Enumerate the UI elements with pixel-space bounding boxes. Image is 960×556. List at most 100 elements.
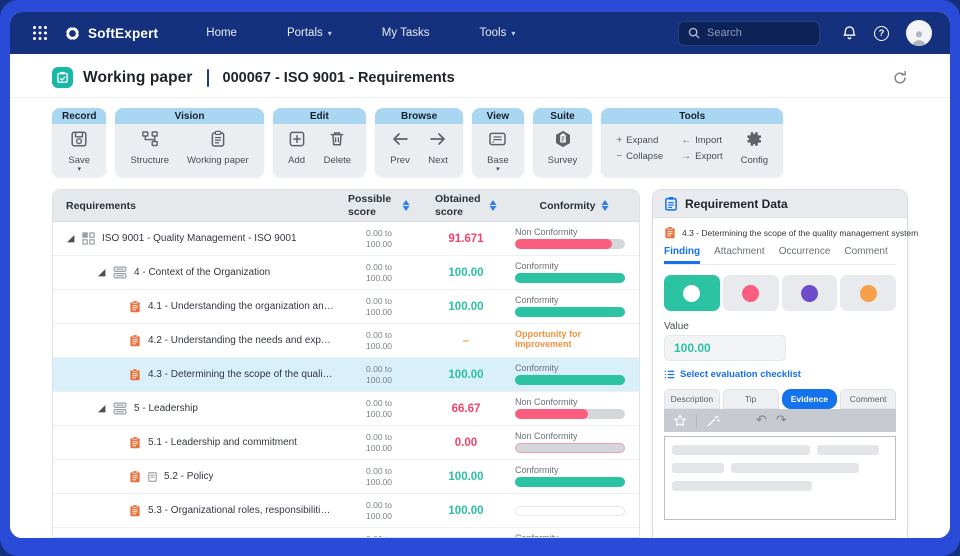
search-input[interactable]: Search — [678, 21, 820, 46]
ribbon-glyph-icon: ← — [681, 135, 691, 146]
ribbon-button-working-paper[interactable]: Working paper — [180, 129, 256, 167]
panel-footer: Cancel Confirm — [653, 530, 907, 538]
ribbon-group-title: Record — [52, 108, 106, 124]
help-icon[interactable]: ? — [874, 26, 889, 41]
conformity-bar — [515, 307, 625, 317]
magic-wand-icon[interactable] — [706, 414, 720, 428]
tree-expand-caret-icon[interactable] — [98, 405, 106, 413]
arrow-left-icon — [390, 130, 410, 153]
ribbon-button-import[interactable]: ←Import — [681, 135, 722, 146]
ribbon-button-label: Survey — [548, 155, 578, 166]
column-requirements[interactable]: Requirements — [53, 200, 335, 212]
table-row[interactable]: 5.2 - Policy0.00 to100.00100.00Conformit… — [53, 460, 639, 494]
sort-icon[interactable] — [402, 200, 410, 211]
table-row[interactable]: 4.2 - Understanding the needs and expect… — [53, 324, 639, 358]
requirement-data-panel: Requirement Data 4.3 - Determining the s… — [652, 189, 908, 538]
editor-tab-description[interactable]: Description — [664, 389, 720, 409]
ribbon-button-add[interactable]: Add — [281, 129, 313, 167]
editor-tab-comment[interactable]: Comment — [840, 389, 896, 409]
color-swatch-4[interactable] — [840, 275, 896, 311]
tab-comment[interactable]: Comment — [844, 246, 887, 264]
possible-score-cell: 0.00 to100.00 — [335, 296, 423, 317]
table-body: ISO 9001 - Quality Management - ISO 9001… — [53, 222, 639, 537]
ribbon-button-label: Base — [487, 155, 509, 166]
tab-finding[interactable]: Finding — [664, 246, 700, 264]
softexpert-logo[interactable]: SoftExpert — [64, 25, 158, 42]
possible-score-cell: 0.00 to100.00 — [335, 500, 423, 521]
tab-occurrence[interactable]: Occurrence — [779, 246, 831, 264]
column-conformity[interactable]: Conformity — [509, 200, 639, 212]
color-swatch-1[interactable] — [664, 275, 720, 311]
ribbon-button-next[interactable]: Next — [421, 129, 455, 167]
ribbon-button-prev[interactable]: Prev — [383, 129, 417, 167]
ribbon-button-delete[interactable]: Delete — [317, 129, 358, 167]
chevron-down-icon: ▾ — [328, 29, 332, 38]
editor-tab-tip[interactable]: Tip — [723, 389, 779, 409]
value-input[interactable]: 100.00 — [664, 335, 786, 361]
refresh-icon[interactable] — [892, 70, 908, 86]
ribbon-button-base[interactable]: Base▾ — [480, 129, 516, 173]
table-row[interactable]: 4 - Context of the Organization0.00 to10… — [53, 256, 639, 290]
clipboard-orange-icon — [129, 504, 141, 517]
tree-expand-caret-icon[interactable] — [98, 269, 106, 277]
table-row[interactable]: 4.3 - Determining the scope of the quali… — [53, 358, 639, 392]
base-icon — [488, 130, 507, 153]
apps-grid-icon[interactable] — [32, 25, 48, 41]
tree-expand-caret-icon[interactable] — [67, 235, 75, 243]
ribbon-button-config[interactable]: Config — [734, 129, 775, 167]
conformity-cell: Conformity — [509, 364, 639, 386]
nav-item-home[interactable]: Home — [206, 27, 237, 39]
table-row[interactable]: 5.3 - Organizational roles, responsibili… — [53, 494, 639, 528]
conformity-bar-fill — [515, 409, 588, 419]
redo-icon[interactable]: ↷ — [776, 414, 787, 427]
ribbon-glyph-icon: − — [616, 151, 622, 162]
tab-attachment[interactable]: Attachment — [714, 246, 765, 264]
conformity-cell: Conformity — [509, 466, 639, 488]
star-icon[interactable] — [673, 414, 687, 428]
user-avatar[interactable] — [906, 20, 932, 46]
ribbon-button-export[interactable]: →Export — [681, 151, 722, 162]
requirement-cell: 5.1 - Leadership and commitment — [53, 436, 335, 449]
nav-item-tools[interactable]: Tools▾ — [479, 27, 515, 39]
ribbon-button-label: Delete — [324, 155, 351, 166]
requirement-cell: 5 - Leadership — [53, 402, 335, 415]
table-header: Requirements Possible score Obtained sco… — [53, 190, 639, 222]
notifications-bell-icon[interactable] — [842, 25, 857, 41]
ribbon-button-structure[interactable]: Structure — [123, 129, 176, 167]
evidence-editor[interactable] — [664, 436, 896, 520]
ribbon-group-body: Add Delete — [273, 124, 366, 171]
table-row[interactable]: 4.1 - Understanding the organization and… — [53, 290, 639, 324]
toolbar-divider — [696, 414, 697, 428]
nav-item-portals[interactable]: Portals▾ — [287, 27, 332, 39]
possible-score-cell: 0.00 to100.00 — [335, 228, 423, 249]
ribbon-button-save[interactable]: Save▾ — [61, 129, 97, 173]
save-icon — [70, 130, 88, 153]
sort-icon[interactable] — [489, 200, 497, 211]
conformity-bar — [515, 375, 625, 385]
top-navbar: SoftExpert Home Portals▾ My Tasks Tools▾ Se… — [10, 12, 950, 54]
column-obtained-score[interactable]: Obtained score — [423, 193, 509, 217]
color-swatch-2[interactable] — [723, 275, 779, 311]
requirement-label: 5.3 - Organizational roles, responsibili… — [148, 505, 335, 516]
search-icon — [688, 27, 700, 39]
working-paper-badge-icon — [52, 67, 73, 88]
sort-icon[interactable] — [601, 200, 609, 211]
table-row[interactable]: 6 - Planning0.00 to100.00100.00Conformit… — [53, 528, 639, 537]
table-row[interactable]: ISO 9001 - Quality Management - ISO 9001… — [53, 222, 639, 256]
softexpert-logo-icon — [64, 25, 81, 42]
editor-tab-evidence[interactable]: Evidence — [782, 389, 838, 409]
ribbon-group-edit: Edit Add Delete — [273, 108, 366, 177]
select-evaluation-checklist-link[interactable]: Select evaluation checklist — [664, 369, 896, 380]
table-row[interactable]: 5 - Leadership0.00 to100.0066.67Non Conf… — [53, 392, 639, 426]
arrow-right-icon — [428, 130, 448, 153]
ribbon-button-survey[interactable]: Survey — [541, 129, 585, 167]
ribbon-button-expand[interactable]: +Expand — [616, 135, 663, 146]
ribbon-group-title: Edit — [273, 108, 366, 124]
requirement-label: 5 - Leadership — [134, 403, 198, 414]
color-swatch-3[interactable] — [782, 275, 838, 311]
ribbon-button-collapse[interactable]: −Collapse — [616, 151, 663, 162]
table-row[interactable]: 5.1 - Leadership and commitment0.00 to10… — [53, 426, 639, 460]
column-possible-score[interactable]: Possible score — [335, 193, 423, 217]
undo-icon[interactable]: ↶ — [756, 414, 767, 427]
nav-item-my-tasks[interactable]: My Tasks — [382, 27, 430, 39]
